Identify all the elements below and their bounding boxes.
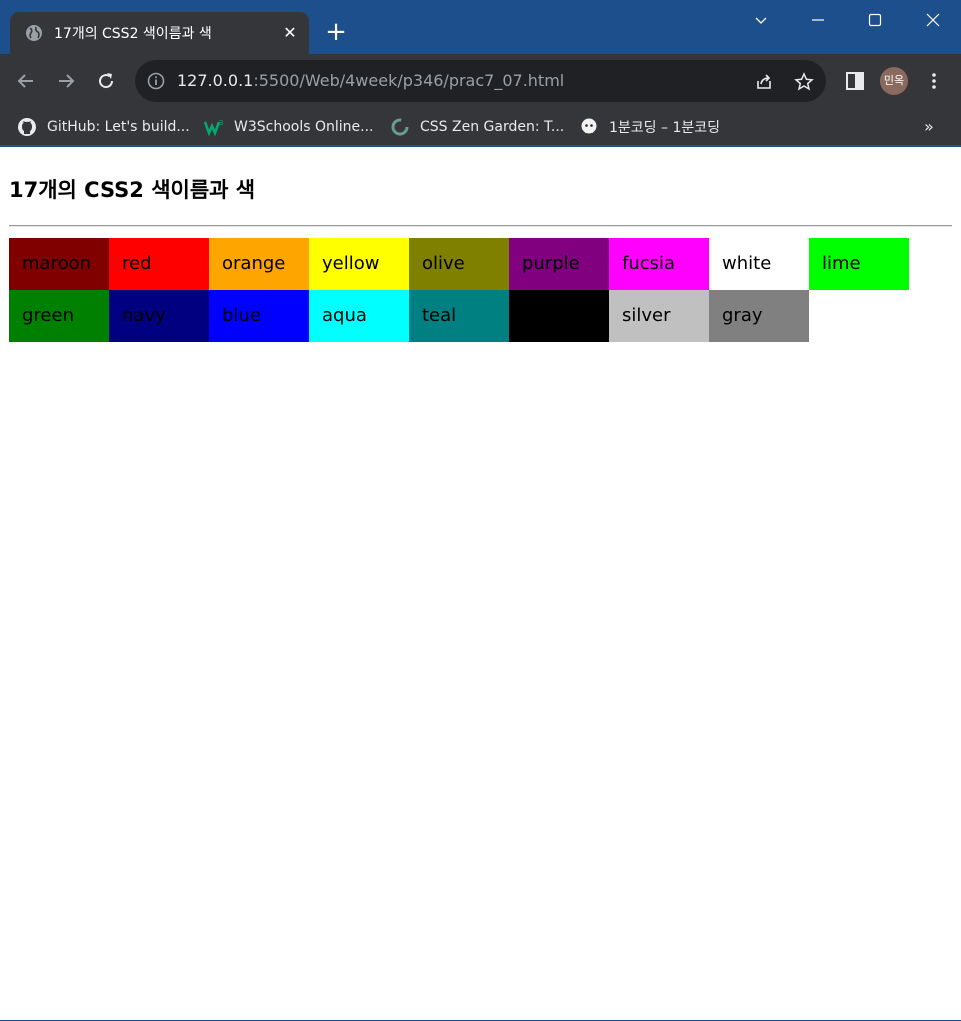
bookmark-label: GitHub: Let's build... bbox=[47, 119, 190, 135]
color-swatch-fucsia: fucsia bbox=[609, 238, 709, 290]
page-content: 17개의 CSS2 색이름과 색 maroon red orange yellow ol… bbox=[0, 147, 961, 1020]
color-swatch-red: red bbox=[109, 238, 209, 290]
browser-toolbar: 127.0.0.1:5500/Web/4week/p346/prac7_07.h… bbox=[0, 54, 961, 108]
url-path: :5500/Web/4week/p346/prac7_07.html bbox=[253, 71, 565, 90]
color-swatch-black: black bbox=[509, 290, 609, 342]
url-host: 127.0.0.1 bbox=[177, 71, 254, 90]
color-swatch-blue: blue bbox=[209, 290, 309, 342]
color-swatch-gray: gray bbox=[709, 290, 809, 342]
forward-arrow-icon[interactable] bbox=[52, 67, 80, 95]
bookmark-label: CSS Zen Garden: T... bbox=[420, 119, 565, 135]
color-swatch-green: green bbox=[9, 290, 109, 342]
color-swatch-lime: lime bbox=[809, 238, 909, 290]
browser-window: 17개의 CSS2 색이름과 색 ✕ + 127.0.0.1:5500/Web/… bbox=[0, 0, 961, 1021]
color-swatch-yellow: yellow bbox=[309, 238, 409, 290]
bookmark-label: W3Schools Online... bbox=[234, 119, 374, 135]
bookmarks-overflow-chevron-icon[interactable]: » bbox=[924, 117, 934, 136]
color-swatch-white: white bbox=[709, 238, 809, 290]
back-arrow-icon[interactable] bbox=[12, 67, 40, 95]
new-tab-button[interactable]: + bbox=[322, 18, 350, 46]
minimize-icon[interactable] bbox=[790, 0, 846, 40]
svg-text:3: 3 bbox=[219, 119, 223, 127]
page-heading: 17개의 CSS2 색이름과 색 bbox=[9, 178, 256, 202]
tab-active[interactable]: 17개의 CSS2 색이름과 색 ✕ bbox=[10, 12, 309, 54]
bookmarks-bar: GitHub: Let's build... 3 W3Schools Onlin… bbox=[0, 108, 961, 146]
tab-title: 17개의 CSS2 색이름과 색 bbox=[54, 26, 212, 42]
color-swatch-maroon: maroon bbox=[9, 238, 109, 290]
bookmark-csszengarden[interactable]: CSS Zen Garden: T... bbox=[390, 114, 564, 140]
w3schools-icon: 3 bbox=[204, 119, 223, 137]
bookmark-github[interactable]: GitHub: Let's build... bbox=[17, 114, 190, 140]
reload-icon[interactable] bbox=[92, 67, 120, 95]
close-window-icon[interactable] bbox=[905, 0, 961, 40]
1bun-coding-icon bbox=[581, 118, 597, 134]
color-swatch-silver: silver bbox=[609, 290, 709, 342]
maximize-icon[interactable] bbox=[847, 0, 903, 40]
color-swatch-teal: teal bbox=[409, 290, 509, 342]
color-swatch-aqua: aqua bbox=[309, 290, 409, 342]
zen-garden-icon bbox=[391, 118, 409, 136]
tab-strip: 17개의 CSS2 색이름과 색 ✕ + bbox=[0, 0, 961, 54]
bookmark-1bun-coding[interactable]: 1분코딩 – 1분코딩 bbox=[579, 114, 720, 140]
bookmark-w3schools[interactable]: 3 W3Schools Online... bbox=[204, 114, 373, 140]
color-swatch-orange: orange bbox=[209, 238, 309, 290]
site-info-icon[interactable] bbox=[147, 72, 165, 90]
tab-search-chevron-icon[interactable] bbox=[733, 0, 789, 40]
side-panel-icon[interactable] bbox=[845, 71, 865, 91]
github-icon bbox=[18, 118, 36, 136]
url-text[interactable]: 127.0.0.1:5500/Web/4week/p346/prac7_07.h… bbox=[177, 71, 564, 90]
color-swatch-purple: purple bbox=[509, 238, 609, 290]
share-icon[interactable] bbox=[754, 72, 774, 92]
address-bar[interactable]: 127.0.0.1:5500/Web/4week/p346/prac7_07.h… bbox=[135, 60, 826, 102]
bookmark-star-icon[interactable] bbox=[794, 72, 814, 92]
globe-icon bbox=[26, 25, 42, 41]
kebab-menu-icon[interactable] bbox=[924, 71, 944, 91]
profile-avatar[interactable]: 민옥 bbox=[880, 67, 908, 95]
bookmark-label: 1분코딩 – 1분코딩 bbox=[609, 120, 720, 136]
color-swatch-olive: olive bbox=[409, 238, 509, 290]
color-swatch-navy: navy bbox=[109, 290, 209, 342]
tab-close-icon[interactable]: ✕ bbox=[281, 23, 299, 43]
divider bbox=[9, 225, 952, 227]
